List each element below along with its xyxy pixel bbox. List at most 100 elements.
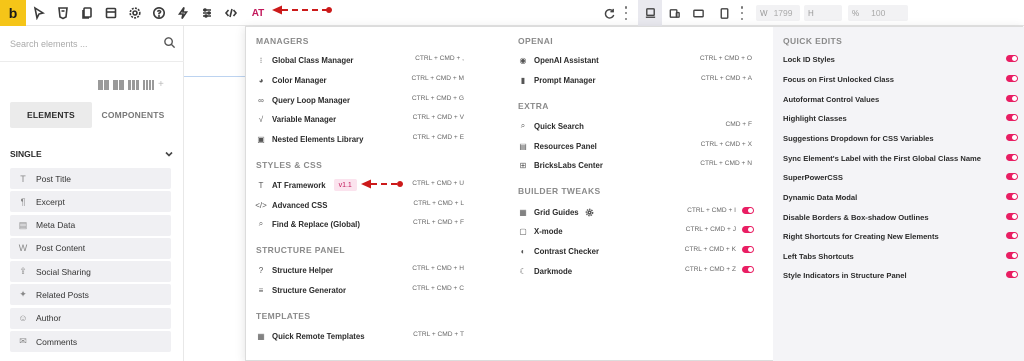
more-options-icon[interactable] [624,6,628,20]
menu-item-managers[interactable]: ▣ Nested Elements Library [256,131,363,147]
quick-edit-item[interactable]: Dynamic Data Modal [783,190,857,204]
menu-item-label: Structure Generator [272,285,347,295]
width-value: 1799 [773,8,793,18]
height-field[interactable]: H [804,5,842,21]
pages-icon[interactable] [78,4,96,22]
menu-item-builder[interactable]: ☾ Darkmode [518,263,572,279]
toggle-switch[interactable] [742,207,754,214]
view-list-icon[interactable] [98,80,109,90]
at-framework-button[interactable]: AT [247,3,269,23]
toggle-switch[interactable] [1006,55,1018,62]
menu-item-extra[interactable]: ⌕ Quick Search [518,118,584,134]
toggle-switch[interactable] [1006,114,1018,121]
menu-item-managers[interactable]: ∞ Query Loop Manager [256,92,350,108]
quick-edit-item[interactable]: Left Tabs Shortcuts [783,249,854,263]
code-icon[interactable] [222,4,240,22]
element-item[interactable]: ☺ Author [10,307,171,329]
menu-item-extra[interactable]: ▤ Resources Panel [518,138,597,154]
lightning-icon[interactable] [174,4,192,22]
top-toolbar: b AT W 1799 H % 100 [0,0,1024,26]
templates-icon[interactable] [102,4,120,22]
menu-item-managers[interactable]: ◕ Color Manager [256,72,327,88]
scale-field[interactable]: % 100 [848,5,908,21]
group-title-styles: STYLES & CSS [256,160,323,170]
menu-item-openai[interactable]: ◉ OpenAI Assistant [518,52,599,68]
gear-icon[interactable] [585,208,594,217]
shield-icon[interactable] [54,4,72,22]
toggle-switch[interactable] [1006,232,1018,239]
menu-item-label: Advanced CSS [272,200,328,210]
shortcut-label: CTRL + CMD + G [411,95,464,102]
toggle-switch[interactable] [1006,252,1018,259]
sliders-icon[interactable] [198,4,216,22]
device-options-icon[interactable] [740,6,744,20]
desktop-icon[interactable] [641,4,659,22]
tablet-landscape-icon[interactable] [689,4,707,22]
menu-item-styles[interactable]: ⌕ Find & Replace (Global) [256,216,360,232]
element-item[interactable]: ⇪ Social Sharing [10,261,171,283]
element-item[interactable]: ✦ Related Posts [10,284,171,306]
width-field[interactable]: W 1799 [756,5,800,21]
menu-item-label: X-mode [534,226,563,236]
toggle-switch[interactable] [1006,213,1018,220]
quick-edit-item[interactable]: Sync Element's Label with the First Glob… [783,151,981,165]
element-item[interactable]: T Post Title [10,168,171,189]
toggle-switch[interactable] [1006,95,1018,102]
element-item[interactable]: ✉ Comments [10,331,171,353]
menu-item-styles[interactable]: T AT Framework v1.1 [256,177,357,193]
menu-column-2: OPENAI ◉ OpenAI Assistant CTRL + CMD + O ▮ Pr… [508,27,770,361]
view-grid-4-icon[interactable] [143,80,154,90]
element-item[interactable]: W Post Content [10,237,171,259]
element-item[interactable]: ¶ Excerpt [10,191,171,213]
quick-edit-item[interactable]: Lock ID Styles [783,52,835,66]
menu-item-builder[interactable]: ◐ Contrast Checker [518,243,599,259]
toggle-switch[interactable] [1006,134,1018,141]
add-category-icon[interactable]: + [158,80,168,90]
quick-edit-item[interactable]: Disable Borders & Box-shadow Outlines [783,210,929,224]
refresh-icon[interactable] [600,4,618,22]
annotation-arrow-version [361,179,403,189]
search-icon[interactable] [163,36,177,50]
quick-edit-item[interactable]: Style Indicators in Structure Panel [783,268,907,282]
menu-item-builder[interactable]: ▦ Grid Guides [518,204,594,220]
menu-item-label: Structure Helper [272,265,334,275]
menu-item-icon: ▦ [257,331,265,341]
toggle-switch[interactable] [742,266,754,273]
view-grid-3-icon[interactable] [128,80,139,90]
menu-item-managers[interactable]: √ Variable Manager [256,111,336,127]
toggle-switch[interactable] [1006,271,1018,278]
bricks-logo[interactable]: b [0,0,26,26]
menu-item-extra[interactable]: ⊞ BricksLabs Center [518,157,603,173]
tablet-portrait-icon[interactable] [715,4,733,22]
toggle-switch[interactable] [1006,154,1018,161]
tab-elements[interactable]: ELEMENTS [10,102,92,128]
gear-icon[interactable] [126,4,144,22]
menu-item-styles[interactable]: </> Advanced CSS [255,197,328,213]
toggle-switch[interactable] [1006,75,1018,82]
menu-item-structure[interactable]: ? Structure Helper [256,262,333,278]
menu-item-icon: ◕ [258,75,264,85]
toggle-switch[interactable] [742,246,754,253]
toggle-switch[interactable] [1006,193,1018,200]
menu-item-templates[interactable]: ▦ Quick Remote Templates [256,328,364,344]
element-item[interactable]: ▤ Meta Data [10,214,171,236]
toggle-switch[interactable] [1006,173,1018,180]
quick-edit-item[interactable]: Suggestions Dropdown for CSS Variables [783,131,934,145]
laptop-icon[interactable] [665,4,683,22]
menu-item-managers[interactable]: ⁝ Global Class Manager [256,52,354,68]
tab-components[interactable]: COMPONENTS [92,102,174,128]
quick-edit-item[interactable]: Highlight Classes [783,111,847,125]
search-input[interactable] [10,36,160,52]
section-single[interactable]: SINGLE [10,148,174,160]
view-grid-2-icon[interactable] [113,80,124,90]
quick-edit-item[interactable]: SuperPowerCSS [783,170,843,184]
quick-edit-item[interactable]: Right Shortcuts for Creating New Element… [783,229,939,243]
help-icon[interactable] [150,4,168,22]
menu-item-builder[interactable]: ▢ X-mode [518,223,563,239]
cursor-icon[interactable] [30,4,48,22]
menu-item-structure[interactable]: ≡ Structure Generator [256,282,346,298]
quick-edit-item[interactable]: Focus on First Unlocked Class [783,72,894,86]
quick-edit-item[interactable]: Autoformat Control Values [783,92,879,106]
menu-item-openai[interactable]: ▮ Prompt Manager [518,72,596,88]
toggle-switch[interactable] [742,226,754,233]
